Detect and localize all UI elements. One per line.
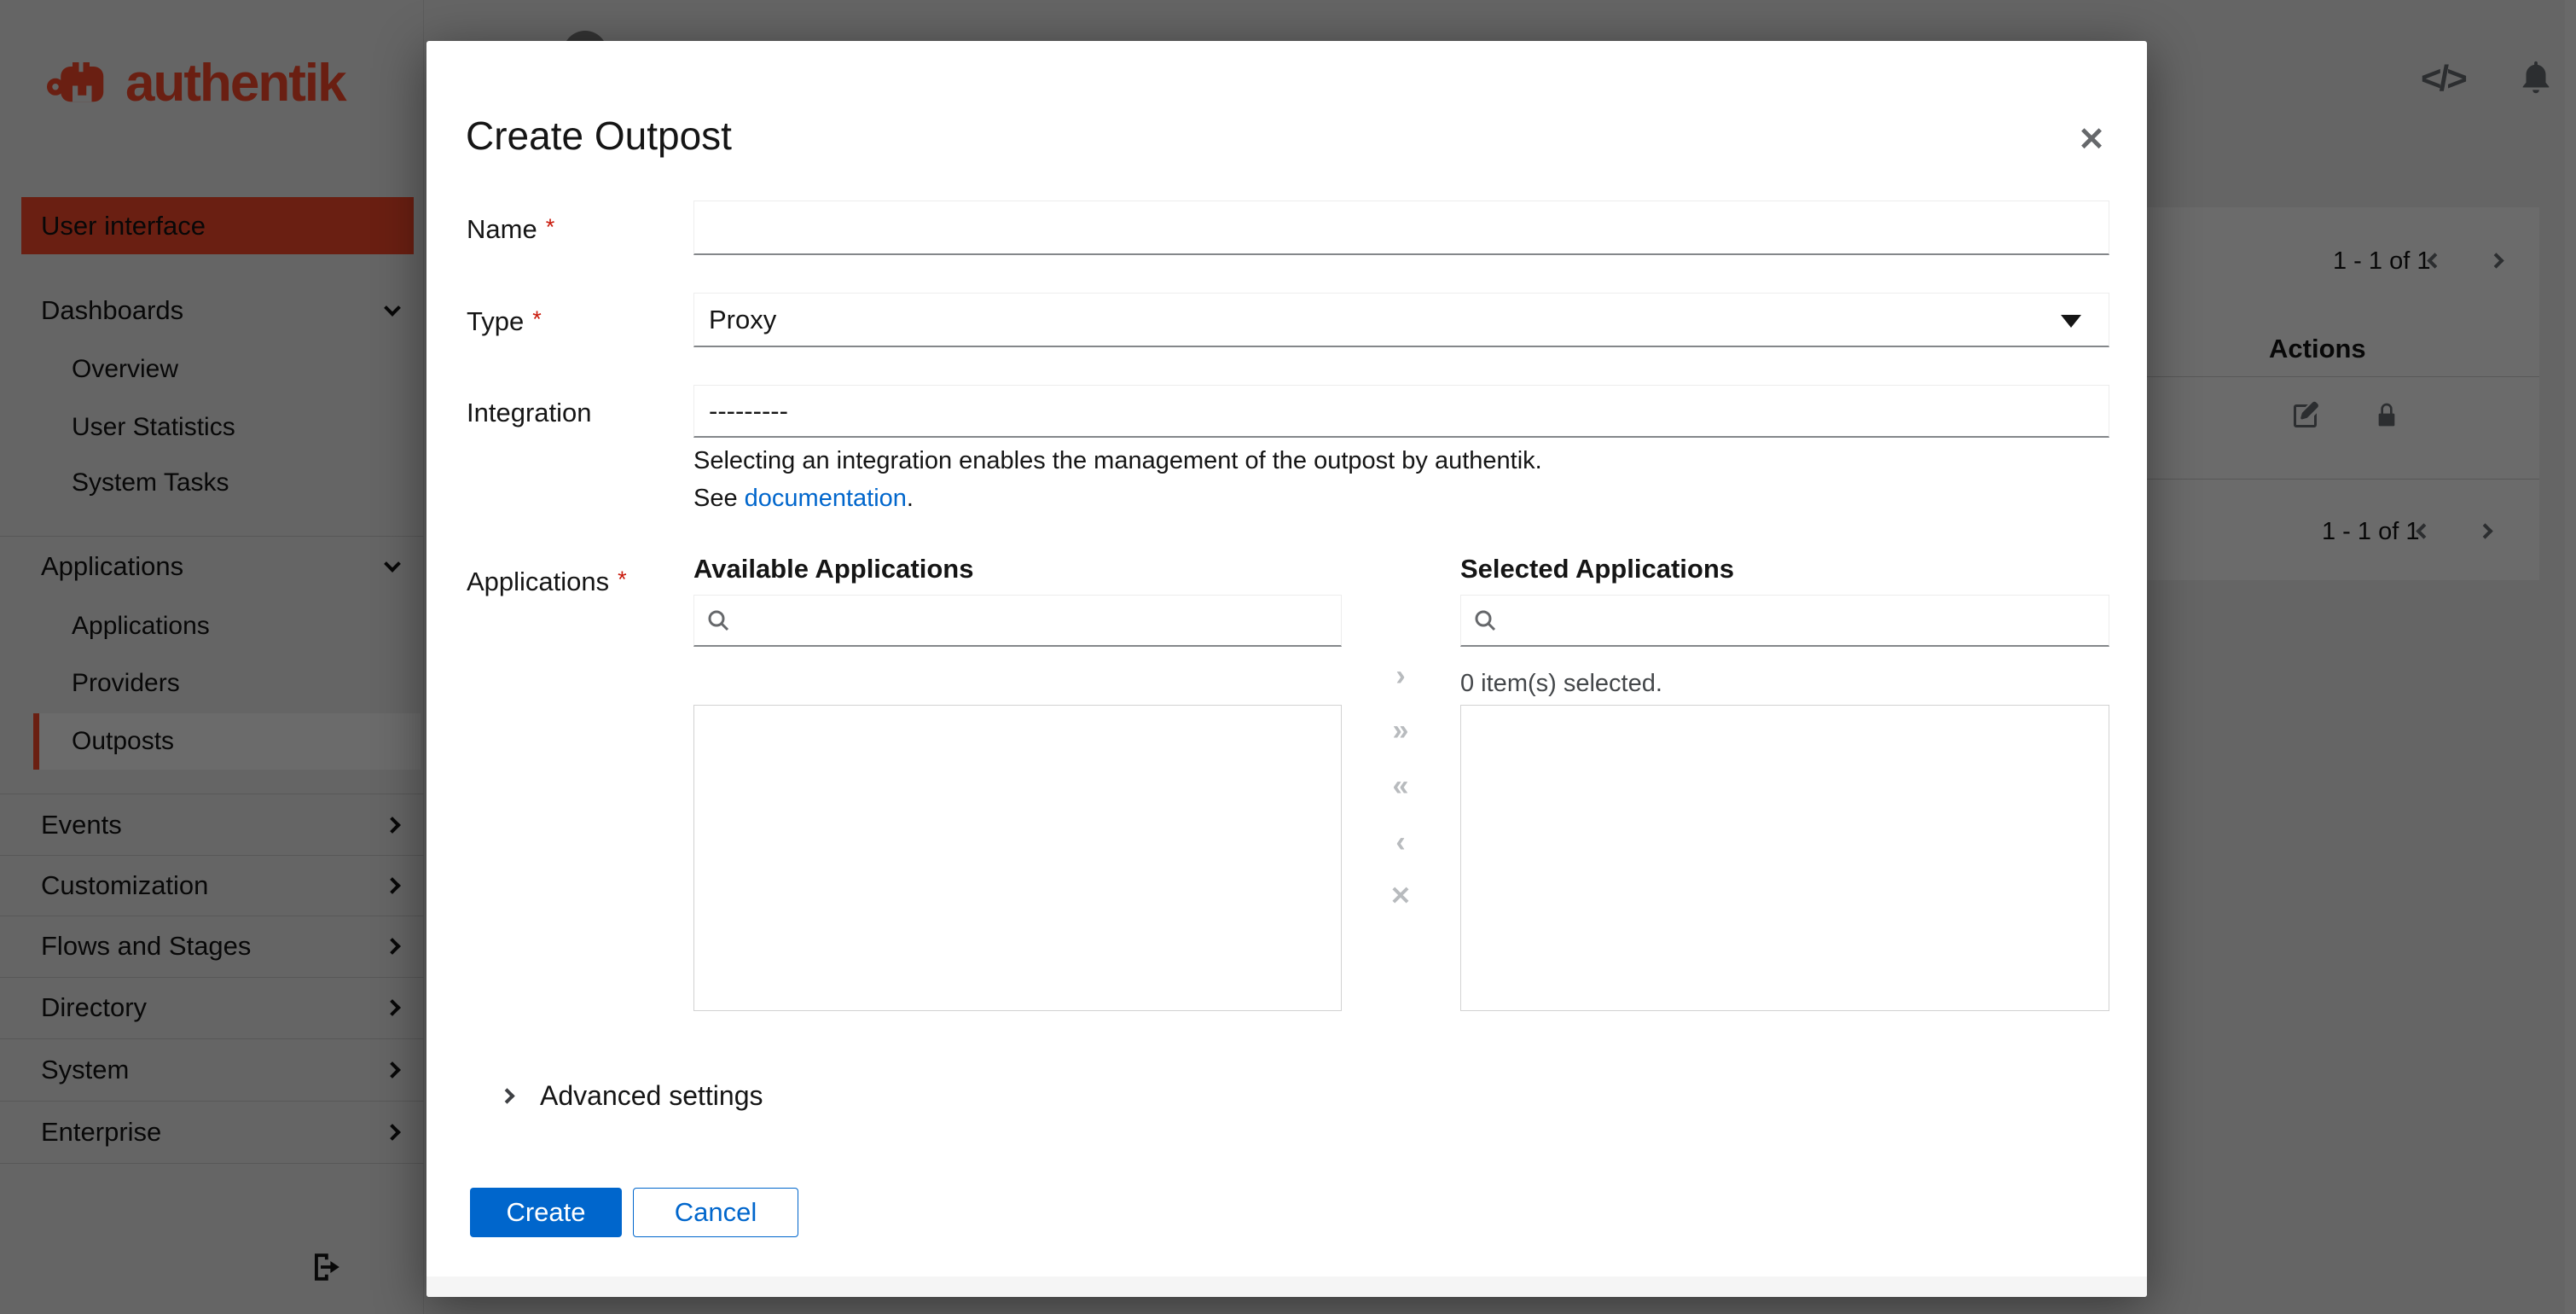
modal-title: Create Outpost (466, 113, 732, 158)
close-icon[interactable]: ✕ (2071, 119, 2112, 160)
move-selected-right-icon[interactable]: › (1384, 660, 1418, 691)
modal-footer-strip (426, 1276, 2147, 1297)
name-label: Name * (467, 214, 555, 244)
chevron-right-icon[interactable] (499, 1088, 515, 1104)
move-all-left-icon[interactable]: « (1384, 770, 1418, 801)
documentation-link[interactable]: documentation (745, 485, 907, 512)
applications-label: Applications * (467, 567, 627, 596)
type-select[interactable]: Proxy (693, 293, 2109, 347)
available-applications-title: Available Applications (693, 554, 974, 584)
create-button[interactable]: Create (470, 1188, 622, 1237)
required-marker: * (545, 214, 555, 240)
selected-applications-list[interactable] (1460, 705, 2109, 1011)
selected-count-label: 0 item(s) selected. (1460, 670, 1662, 697)
name-input[interactable] (693, 201, 2109, 255)
integration-help-text: Selecting an integration enables the man… (693, 447, 1542, 474)
selected-applications-title: Selected Applications (1460, 554, 1734, 584)
move-all-right-icon[interactable]: » (1384, 715, 1418, 746)
integration-help-link-line: See documentation. (693, 485, 914, 512)
search-icon (706, 608, 730, 632)
available-search (693, 595, 1342, 647)
selected-search-input[interactable] (1507, 596, 2109, 645)
cancel-button[interactable]: Cancel (633, 1188, 798, 1237)
available-search-input[interactable] (740, 596, 1341, 645)
create-outpost-modal: Create Outpost ✕ Name * Type * Proxy Integ… (426, 41, 2147, 1297)
advanced-settings-toggle[interactable]: Advanced settings (540, 1080, 763, 1112)
clear-selection-icon[interactable]: ✕ (1384, 881, 1418, 912)
selected-search (1460, 595, 2109, 647)
required-marker: * (618, 567, 627, 592)
available-applications-list[interactable] (693, 705, 1342, 1011)
page-root: authentik User interface Dashboards Over… (0, 0, 2576, 1314)
type-label: Type * (467, 306, 542, 336)
search-icon (1473, 608, 1497, 632)
caret-down-icon (2061, 314, 2081, 328)
move-selected-left-icon[interactable]: ‹ (1384, 827, 1418, 858)
integration-label: Integration (467, 398, 592, 427)
integration-select[interactable]: --------- (693, 385, 2109, 438)
required-marker: * (532, 306, 542, 332)
